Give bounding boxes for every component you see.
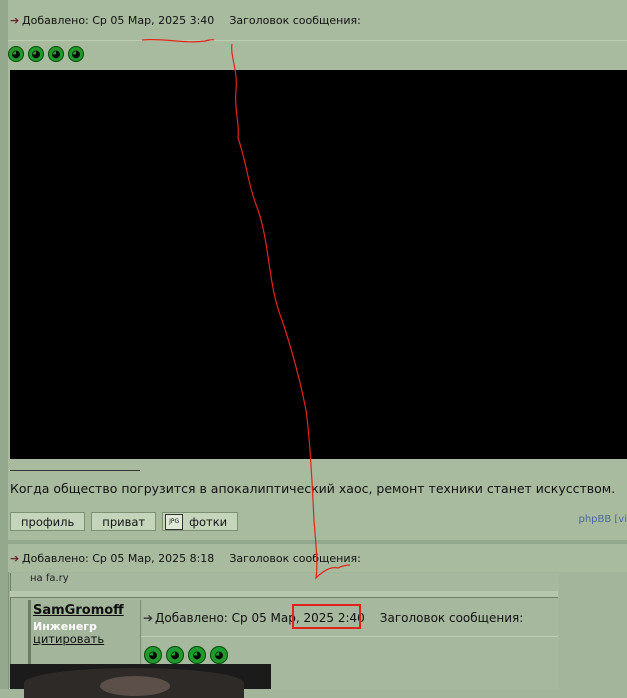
smiley-icon: ◕ — [210, 646, 228, 664]
photos-button[interactable]: JPG фотки — [162, 512, 239, 531]
timestamp-highlight-box — [292, 604, 361, 629]
photos-label: фотки — [189, 514, 228, 529]
quoted-post-smilies: ◕ ◕ ◕ ◕ — [144, 646, 228, 664]
profile-button[interactable]: профиль — [10, 512, 86, 531]
signature-text: Когда общество погрузится в апокалиптиче… — [10, 481, 616, 496]
quoted-post-divider — [10, 591, 558, 598]
post-2-title-label: Заголовок сообщения: — [229, 551, 361, 565]
post-2-added: Добавлено: Ср 05 Мар, 2025 8:18 — [22, 551, 215, 565]
post-2-header: ➔ Добавлено: Ср 05 Мар, 2025 8:18 Заголо… — [8, 544, 627, 572]
quoted-post-title-label: Заголовок сообщения: — [379, 611, 524, 625]
post-1-added: Добавлено: Ср 05 Мар, 2025 3:40 — [22, 13, 215, 27]
post-arrow-icon[interactable]: ➔ — [10, 552, 22, 565]
post-1-actions: профиль приват JPG фотки — [10, 512, 239, 531]
quoted-post-top-strip — [10, 573, 558, 592]
private-message-button[interactable]: приват — [91, 512, 157, 531]
quote-link[interactable]: цитировать — [33, 632, 104, 646]
smiley-icon: ◕ — [188, 646, 206, 664]
quoted-post-top-text: на fa.ry — [30, 573, 69, 584]
post-1-title-label: Заголовок сообщения: — [229, 13, 361, 27]
smiley-icon: ◕ — [144, 646, 162, 664]
signature-divider — [10, 470, 140, 471]
photo-face — [100, 676, 170, 696]
jpg-icon: JPG — [165, 513, 184, 530]
post-arrow-icon[interactable]: ➔ — [10, 14, 22, 27]
smiley-icon: ◕ — [68, 46, 84, 62]
post-arrow-icon[interactable]: ➔ — [143, 611, 155, 625]
smiley-icon: ◕ — [8, 46, 24, 62]
smiley-icon: ◕ — [48, 46, 64, 62]
video-watermark: phpBB [vi — [578, 514, 627, 525]
post-1-smilies: ◕ ◕ ◕ ◕ — [8, 46, 84, 62]
embedded-video[interactable]: phpBB [vi — [10, 70, 627, 525]
post-1-header: ➔ Добавлено: Ср 05 Мар, 2025 3:40 Заголо… — [8, 0, 627, 41]
smiley-icon: ◕ — [166, 646, 184, 664]
quoted-username[interactable]: SamGromoff — [33, 603, 124, 618]
smiley-icon: ◕ — [28, 46, 44, 62]
